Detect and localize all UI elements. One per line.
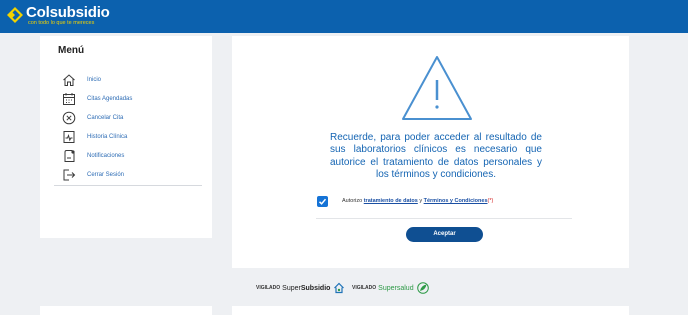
- brand-name: Colsubsidio: [26, 4, 110, 21]
- sidebar-menu: Menú Inicio Citas Agendadas Cancelar Cit…: [40, 36, 212, 238]
- supersalud-text: Supersalud: [378, 284, 414, 292]
- consent-label: Autorizo tratamiento de datos y Términos…: [342, 198, 493, 204]
- menu-divider: [54, 185, 202, 186]
- sidebar-item-label: Cerrar Sesión: [87, 171, 125, 178]
- clinical-history-icon: [63, 130, 75, 143]
- supersubsidio-light: Super: [282, 284, 301, 292]
- calendar-icon: [63, 92, 75, 105]
- consent-notice-text: Recuerde, para poder acceder al resultad…: [330, 132, 542, 181]
- sidebar-item-notificaciones[interactable]: Notificaciones: [62, 146, 132, 165]
- brand-slogan: con todo lo que te mereces: [28, 20, 95, 26]
- cancel-circle-icon: [62, 111, 76, 124]
- warning-triangle-icon: [402, 56, 472, 120]
- panel-divider: [316, 218, 572, 219]
- sidebar-item-label: Citas Agendadas: [87, 95, 133, 102]
- sidebar-item-historia-clinica[interactable]: Historia Clínica: [62, 127, 132, 146]
- sidebar-item-label: Historia Clínica: [87, 133, 128, 140]
- top-header-bar: Colsubsidio con todo lo que te mereces: [0, 0, 688, 33]
- required-mark: (*): [487, 198, 494, 204]
- terms-conditions-link[interactable]: Términos y Condiciones: [424, 198, 488, 204]
- logout-icon: [63, 169, 76, 180]
- vigilado-label: VIGILADO: [256, 285, 281, 291]
- supersalud-leaf-icon: [416, 282, 429, 294]
- sidebar-item-label: Notificaciones: [87, 152, 125, 159]
- supersubsidio-bold: Subsidio: [300, 284, 331, 292]
- supersubsidio-house-icon: [334, 282, 345, 294]
- consent-checkbox[interactable]: [317, 196, 328, 207]
- sidebar-item-cerrar-sesion[interactable]: Cerrar Sesión: [62, 165, 132, 184]
- sidebar-item-label: Cancelar Cita: [87, 114, 124, 121]
- consent-connector: y: [419, 198, 423, 204]
- sidebar-item-citas-agendadas[interactable]: Citas Agendadas: [62, 89, 132, 108]
- check-icon: [318, 198, 327, 205]
- home-icon: [63, 73, 75, 86]
- menu-title: Menú: [58, 45, 85, 56]
- supersubsidio-text: SuperSubsidio: [282, 285, 330, 292]
- sidebar-item-inicio[interactable]: Inicio: [62, 70, 132, 89]
- bottom-card-right: [232, 306, 629, 315]
- consent-prefix: Autorizo: [342, 198, 363, 204]
- data-treatment-link[interactable]: tratamiento de datos: [364, 198, 418, 204]
- colsubsidio-logo-icon: [7, 7, 23, 23]
- sidebar-item-label: Inicio: [87, 76, 102, 83]
- vigilado-supersalud: VIGILADO Supersalud: [352, 280, 429, 296]
- menu-list: Inicio Citas Agendadas Cancelar Cita His…: [62, 70, 132, 184]
- consent-panel: Recuerde, para poder acceder al resultad…: [232, 36, 629, 268]
- bottom-card-left: [40, 306, 212, 315]
- vigilado-supersubsidio: VIGILADO SuperSubsidio: [256, 280, 345, 296]
- notification-icon: [64, 149, 75, 162]
- accept-button[interactable]: Aceptar: [406, 227, 483, 242]
- vigilado-label: VIGILADO: [352, 285, 377, 291]
- colsubsidio-logo[interactable]: Colsubsidio con todo lo que te mereces: [6, 5, 110, 27]
- sidebar-item-cancelar-cita[interactable]: Cancelar Cita: [62, 108, 132, 127]
